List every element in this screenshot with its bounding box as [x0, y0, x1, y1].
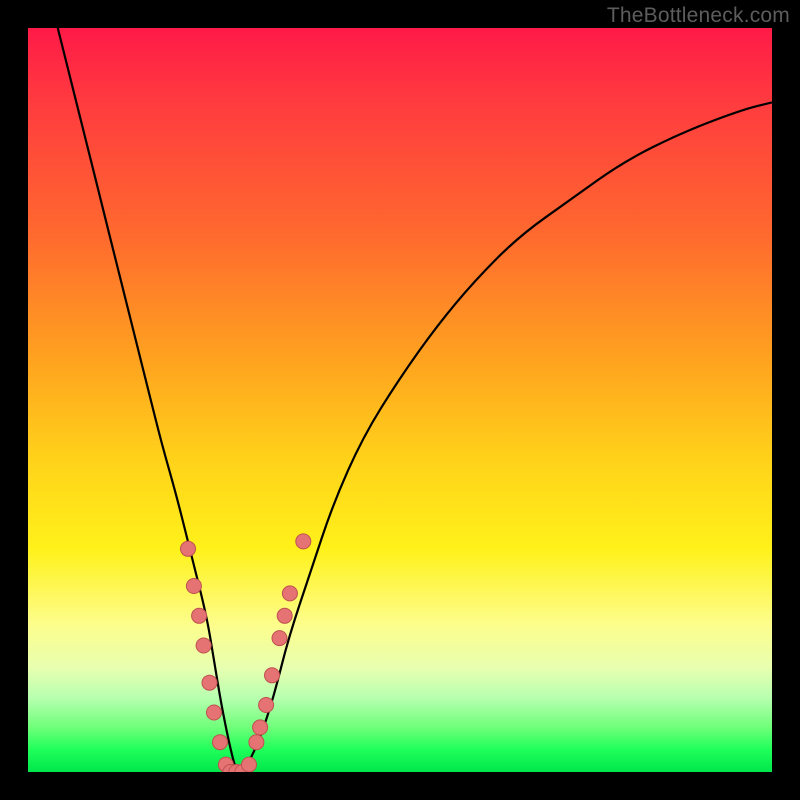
data-marker: [272, 631, 287, 646]
chart-frame: TheBottleneck.com: [0, 0, 800, 800]
data-markers-group: [181, 534, 311, 772]
data-marker: [265, 668, 280, 683]
data-marker: [296, 534, 311, 549]
data-marker: [253, 720, 268, 735]
data-marker: [202, 675, 217, 690]
data-marker: [196, 638, 211, 653]
data-marker: [181, 541, 196, 556]
data-marker: [249, 735, 264, 750]
data-marker: [242, 757, 257, 772]
data-marker: [213, 735, 228, 750]
data-marker: [186, 579, 201, 594]
plot-area: [28, 28, 772, 772]
data-marker: [282, 586, 297, 601]
bottleneck-curve-path: [58, 28, 772, 772]
data-marker: [259, 698, 274, 713]
data-marker: [207, 705, 222, 720]
data-marker: [277, 608, 292, 623]
watermark-text: TheBottleneck.com: [607, 4, 790, 28]
chart-svg: [28, 28, 772, 772]
curve-group: [58, 28, 772, 772]
data-marker: [192, 608, 207, 623]
